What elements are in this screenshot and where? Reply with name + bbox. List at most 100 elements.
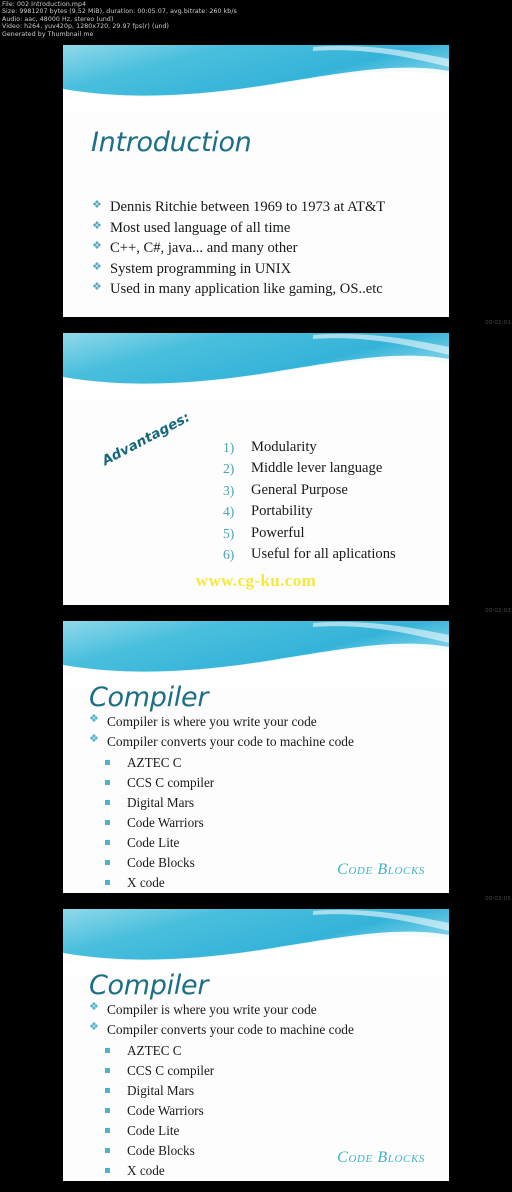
diamond-bullet-icon: ❖ — [89, 1021, 99, 1033]
code-blocks-logo: Code Blocks — [337, 861, 425, 878]
list-item: Code Blocks — [105, 1141, 214, 1161]
diamond-bullet-icon: ❖ — [92, 219, 102, 232]
list-item: ❖ System programming in UNIX — [91, 259, 385, 280]
list-item-text: Code Warriors — [127, 1103, 204, 1118]
square-bullet-icon — [105, 1148, 110, 1153]
timestamp-label-3: 00:03:05 — [485, 896, 511, 902]
list-item: Digital Mars — [105, 1081, 214, 1101]
list-item: 5) Powerful — [223, 523, 396, 544]
list-item-text: Used in many application like gaming, OS… — [110, 281, 383, 298]
list-item-text: Middle lever language — [251, 460, 383, 477]
square-bullet-icon — [105, 760, 110, 765]
list-item: Code Warriors — [105, 813, 214, 833]
media-info-header: File: 002 Introduction.mp4 Size: 9981207… — [0, 0, 512, 38]
bullet-list: ❖ Compiler is where you write your code ❖… — [89, 712, 354, 752]
square-bullet-icon — [105, 840, 110, 845]
list-item-text: X code — [127, 875, 165, 890]
list-item: Code Lite — [105, 1121, 214, 1141]
list-item-text: Dennis Ritchie between 1969 to 1973 at A… — [110, 199, 386, 215]
list-item-text: Code Warriors — [127, 815, 204, 830]
bullet-list: ❖ Compiler is where you write your code ❖… — [89, 1000, 354, 1040]
diamond-bullet-icon: ❖ — [92, 199, 102, 211]
list-item: Code Blocks — [105, 853, 214, 873]
list-item: ❖ Most used language of all time — [91, 218, 385, 239]
list-item-text: Useful for all aplications — [251, 546, 396, 563]
list-item: AZTEC C — [105, 1041, 214, 1061]
list-item: AZTEC C — [105, 753, 214, 773]
square-bullet-icon — [105, 1048, 110, 1053]
slide-thumbnail-1[interactable]: Introduction ❖ Dennis Ritchie between 196… — [63, 45, 449, 317]
square-bullet-icon — [105, 860, 110, 865]
list-item-text: Most used language of all time — [110, 219, 291, 236]
list-item: Code Warriors — [105, 1101, 214, 1121]
list-item-text: Code Lite — [127, 835, 180, 850]
square-bullet-icon — [105, 880, 110, 885]
list-item: ❖ Compiler is where you write your code — [89, 1000, 354, 1020]
list-item: X code — [105, 873, 214, 893]
list-item: 1) Modularity — [223, 437, 396, 458]
list-item: 6) Useful for all aplications — [223, 544, 396, 565]
list-item-text: Portability — [251, 503, 313, 520]
slide-body-4: Compiler ❖ Compiler is where you write yo… — [63, 970, 449, 1181]
list-item-number: 3) — [223, 482, 235, 498]
list-item-number: 4) — [223, 504, 235, 520]
watermark: www.cg-ku.com — [195, 571, 317, 590]
list-item: 2) Middle lever language — [223, 458, 396, 479]
list-item: ❖ Compiler converts your code to machine … — [89, 732, 354, 752]
square-bullet-icon — [105, 1128, 110, 1133]
list-item-text: System programming in UNIX — [110, 260, 292, 277]
list-item-text: Compiler converts your code to machine c… — [107, 734, 354, 749]
list-item-number: 2) — [223, 461, 235, 477]
list-item-text: CCS C compiler — [127, 1063, 215, 1078]
media-size-line: Size: 9981207 bytes (9.52 MiB), duration… — [2, 8, 237, 16]
slide-title: Compiler — [89, 682, 209, 713]
square-bullet-icon — [105, 1108, 110, 1113]
timestamp-label-1: 00:01:01 — [485, 320, 511, 326]
list-item-text: AZTEC C — [127, 755, 182, 770]
diamond-bullet-icon: ❖ — [92, 260, 102, 273]
list-item-text: Code Lite — [127, 1123, 180, 1138]
media-file-line: File: 002 Introduction.mp4 — [2, 1, 87, 8]
wave-header-decoration — [63, 45, 449, 111]
slide-thumbnail-2[interactable]: Advantages: 1) Modularity 2) Middle lever … — [63, 333, 449, 605]
list-item: ❖ Dennis Ritchie between 1969 to 1973 at … — [91, 197, 385, 218]
thumbnail-sheet: File: 002 Introduction.mp4 Size: 9981207… — [0, 0, 512, 1192]
list-item-text: Code Blocks — [127, 855, 195, 870]
list-item: Digital Mars — [105, 793, 214, 813]
list-item-text: AZTEC C — [127, 1043, 182, 1058]
timestamp-label-2: 00:02:03 — [485, 608, 511, 614]
list-item: ❖ C++, C#, java... and many other — [91, 238, 385, 259]
media-generator-line: Generated by Thumbnail me — [2, 30, 94, 38]
list-item-text: Compiler converts your code to machine c… — [107, 1022, 354, 1037]
numbered-list: 1) Modularity 2) Middle lever language 3) G… — [223, 437, 396, 565]
list-item-number: 6) — [223, 547, 235, 563]
list-item-text: Compiler is where you write your code — [107, 714, 317, 729]
list-item-text: Digital Mars — [127, 1083, 195, 1098]
media-audio-line: Audio: aac, 48000 Hz, stereo (und) — [2, 15, 114, 23]
code-blocks-logo: Code Blocks — [337, 1149, 425, 1166]
square-bullet-icon — [105, 1088, 110, 1093]
list-item: CCS C compiler — [105, 1061, 214, 1081]
slide-thumbnail-3[interactable]: Compiler ❖ Compiler is where you write yo… — [63, 621, 449, 893]
square-bullet-icon — [105, 780, 110, 785]
compiler-list: AZTEC C CCS C compiler Digital Mars Code… — [105, 753, 214, 893]
advantages-heading: Advantages: — [99, 409, 193, 469]
diamond-bullet-icon: ❖ — [92, 281, 102, 294]
list-item-text: Digital Mars — [127, 795, 195, 810]
slide-body-1: Introduction ❖ Dennis Ritchie between 196… — [63, 107, 449, 317]
list-item: CCS C compiler — [105, 773, 214, 793]
bullet-list: ❖ Dennis Ritchie between 1969 to 1973 at … — [91, 197, 385, 300]
list-item-number: 5) — [223, 525, 235, 541]
list-item: ❖ Compiler converts your code to machine … — [89, 1020, 354, 1040]
diamond-bullet-icon: ❖ — [89, 1001, 99, 1013]
slide-thumbnail-4[interactable]: Compiler ❖ Compiler is where you write yo… — [63, 909, 449, 1181]
square-bullet-icon — [105, 1068, 110, 1073]
diamond-bullet-icon: ❖ — [89, 713, 99, 725]
list-item: ❖ Used in many application like gaming, O… — [91, 279, 385, 300]
list-item-text: Modularity — [251, 439, 317, 455]
list-item-number: 1) — [223, 440, 235, 455]
square-bullet-icon — [105, 820, 110, 825]
list-item: 3) General Purpose — [223, 480, 396, 501]
list-item-text: CCS C compiler — [127, 775, 215, 790]
slide-body-2: Advantages: 1) Modularity 2) Middle lever … — [63, 395, 449, 605]
